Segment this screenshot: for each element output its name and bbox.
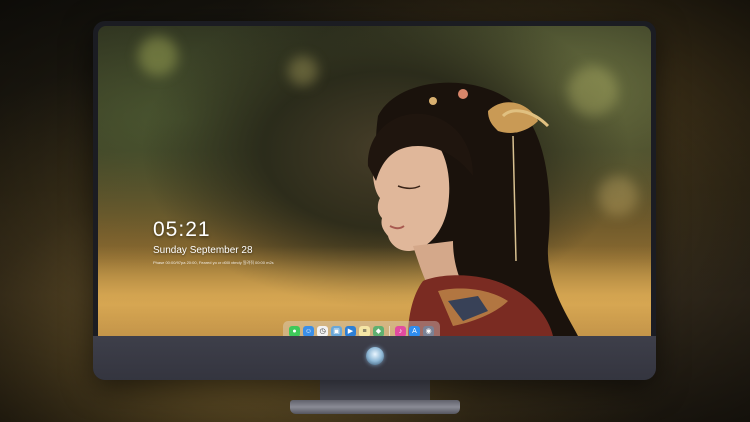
monitor: 05:21 Sunday September 28 Phase 00:00/97…: [93, 21, 656, 380]
app-store-icon[interactable]: A: [409, 325, 420, 336]
camera-icon[interactable]: ◉: [423, 325, 434, 336]
wallpaper-portrait: [367, 82, 578, 336]
lock-clock: 05:21: [153, 218, 211, 241]
preview-icon[interactable]: ▣: [331, 325, 342, 336]
lock-screen: 05:21 Sunday September 28 Phase 00:00/97…: [98, 26, 651, 336]
monitor-stand-neck: [320, 380, 430, 402]
finder-icon[interactable]: ☺: [303, 325, 314, 336]
messages-icon[interactable]: ●: [289, 325, 300, 336]
lock-caption: Phase 00:00/97pa 20:00, Feared yo cr d00…: [153, 260, 274, 265]
notes-icon[interactable]: ≡: [359, 325, 370, 336]
dock-separator: [389, 325, 390, 336]
dock: ● ☺ ◷ ▣ ▶ ≡ ◆ ♪ A ◉: [283, 321, 440, 336]
monitor-stand-base: [290, 400, 460, 414]
lock-date: Sunday September 28: [153, 245, 253, 256]
itunes-icon[interactable]: ♪: [395, 325, 406, 336]
bokeh-light: [138, 36, 178, 76]
maps-icon[interactable]: ◆: [373, 325, 384, 336]
bokeh-light: [598, 176, 638, 216]
brand-logo-icon: [366, 347, 384, 365]
monitor-chin: [93, 336, 656, 380]
final-cut-icon[interactable]: ▶: [345, 325, 356, 336]
clock-icon[interactable]: ◷: [317, 325, 328, 336]
